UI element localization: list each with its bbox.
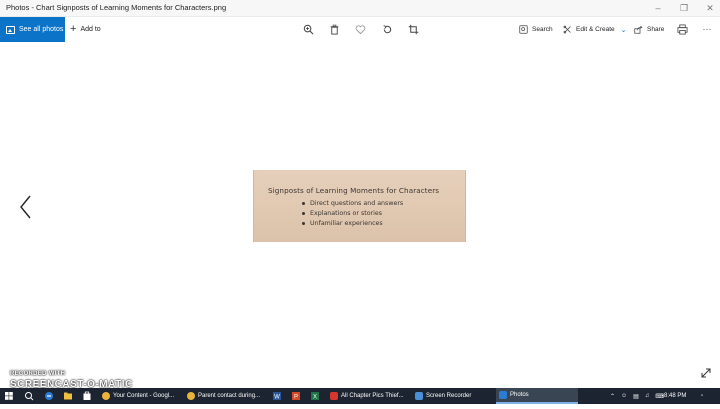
photos-icon — [499, 391, 507, 399]
bullet-icon — [302, 222, 305, 225]
photo-title-text: Signposts of Learning Moments for Charac… — [268, 186, 440, 195]
search-icon — [519, 25, 528, 34]
title-bar: Photos - Chart Signposts of Learning Mom… — [0, 0, 720, 17]
taskbar-item[interactable]: Your Content - Googl... — [99, 388, 183, 404]
taskbar-item-label: Your Content - Googl... — [113, 393, 175, 399]
taskbar-item-label: Photos — [510, 392, 529, 398]
clock[interactable]: 8:48 PM — [664, 388, 686, 404]
system-tray: ⌃ ☺ ▤ ♫ ⌨ — [610, 388, 664, 404]
add-to-label: Add to — [80, 26, 101, 33]
trash-icon — [330, 24, 338, 35]
more-icon: ··· — [702, 24, 712, 34]
search-label: Search — [532, 26, 553, 33]
rotate-icon — [382, 24, 391, 33]
taskbar-item[interactable]: Parent contact during... — [184, 388, 268, 404]
clock-time: 8:48 PM — [664, 393, 687, 399]
share-label: Share — [647, 26, 665, 33]
photo-bullet-list: Direct questions and answers Explanation… — [302, 200, 403, 230]
svg-text:P: P — [294, 395, 298, 401]
volume-icon[interactable]: ♫ — [645, 393, 650, 399]
notification-icon: ▫ — [701, 393, 704, 399]
pdf-icon — [330, 392, 338, 400]
zoom-icon — [303, 24, 313, 34]
people-icon[interactable]: ☺ — [621, 393, 627, 399]
bullet-icon — [302, 212, 305, 215]
see-all-photos-button[interactable]: See all photos — [0, 17, 65, 42]
svg-text:X: X — [313, 395, 317, 401]
see-all-photos-label: See all photos — [19, 26, 64, 33]
crop-button[interactable] — [406, 22, 420, 36]
chevron-down-icon: ⌄ — [620, 26, 627, 34]
file-explorer-icon[interactable] — [63, 391, 73, 401]
chrome-icon — [102, 392, 110, 400]
network-icon[interactable]: ▤ — [633, 393, 639, 400]
more-options-button[interactable]: ··· — [700, 22, 714, 36]
taskbar-item-active[interactable]: Photos — [496, 388, 578, 404]
chrome-icon — [187, 392, 195, 400]
chevron-up-icon[interactable]: ⌃ — [610, 393, 615, 400]
taskbar: Your Content - Googl... Parent contact d… — [0, 388, 720, 404]
store-icon[interactable] — [82, 391, 92, 401]
chevron-left-icon — [20, 195, 31, 219]
window-title: Photos - Chart Signposts of Learning Mom… — [6, 3, 227, 12]
powerpoint-icon[interactable]: P — [291, 391, 301, 401]
close-button[interactable]: ✕ — [697, 0, 720, 17]
add-to-button[interactable]: + Add to — [70, 17, 101, 42]
word-icon[interactable]: W — [272, 391, 282, 401]
edge-icon[interactable] — [44, 391, 54, 401]
print-button[interactable] — [675, 22, 689, 36]
photo-bullet: Unfamiliar experiences — [302, 220, 403, 227]
bullet-text: Unfamiliar experiences — [310, 220, 383, 227]
taskbar-item-label: Screen Recorder — [426, 393, 472, 399]
rotate-button[interactable] — [380, 22, 394, 36]
search-icon[interactable] — [24, 391, 34, 401]
start-button[interactable] — [0, 388, 18, 404]
taskbar-item-label: All Chapter Pics Thief... — [341, 393, 404, 399]
delete-button[interactable] — [327, 22, 341, 36]
taskbar-item-label: Parent contact during... — [198, 393, 261, 399]
bullet-text: Direct questions and answers — [310, 200, 404, 207]
taskbar-item[interactable]: Screen Recorder — [412, 388, 494, 404]
plus-icon: + — [70, 23, 77, 35]
photo-image: Signposts of Learning Moments for Charac… — [253, 170, 466, 242]
taskbar-item[interactable]: All Chapter Pics Thief... — [327, 388, 411, 404]
share-icon — [634, 25, 643, 34]
edit-icon — [563, 25, 571, 34]
windows-icon — [5, 392, 13, 400]
svg-text:W: W — [274, 395, 280, 401]
photo-bullet: Direct questions and answers — [302, 200, 403, 207]
bullet-icon — [302, 202, 305, 205]
keyboard-icon[interactable]: ⌨ — [655, 393, 664, 400]
photo-bullet: Explanations or stories — [302, 210, 403, 217]
photo-viewer: Signposts of Learning Moments for Charac… — [0, 42, 720, 388]
maximize-button[interactable]: ❐ — [671, 0, 697, 17]
bullet-text: Explanations or stories — [310, 210, 383, 217]
search-button[interactable]: Search — [519, 17, 553, 42]
recorder-icon — [415, 392, 423, 400]
excel-icon[interactable]: X — [310, 391, 320, 401]
minimize-button[interactable]: – — [645, 0, 671, 17]
crop-icon — [408, 24, 418, 34]
favorite-button[interactable] — [353, 22, 367, 36]
printer-icon — [677, 24, 687, 34]
zoom-button[interactable] — [301, 22, 315, 36]
toolbar: See all photos + Add to Search Edit & Cr… — [0, 17, 720, 42]
heart-icon — [355, 24, 365, 34]
watermark-recorded-with: RECORDED WITH — [10, 371, 66, 377]
edit-create-button[interactable]: Edit & Create ⌄ — [563, 17, 627, 42]
previous-photo-button[interactable] — [18, 194, 34, 220]
action-center-button[interactable]: ▫ — [701, 388, 703, 404]
share-button[interactable]: Share — [634, 17, 664, 42]
expand-icon[interactable] — [700, 367, 712, 379]
photos-icon — [6, 25, 15, 34]
edit-create-label: Edit & Create — [576, 26, 615, 33]
